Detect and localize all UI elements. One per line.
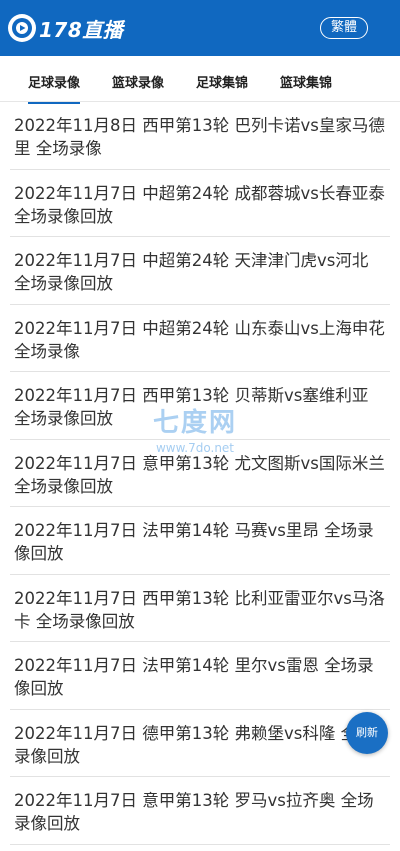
site-logo[interactable]: 178直播 — [8, 12, 123, 44]
traditional-chinese-button[interactable]: 繁體 — [319, 17, 368, 39]
list-item[interactable]: 2022年11月7日 法甲第14轮 马赛vs里昂 全场录像回放 — [10, 507, 390, 575]
tab-basketball-highlights[interactable]: 篮球集锦 — [280, 72, 332, 91]
refresh-button[interactable]: 刷新 — [346, 712, 388, 754]
list-item[interactable]: 2022年11月7日 意甲第13轮 尤文图斯vs国际米兰 全场录像回放 — [10, 440, 390, 507]
list-item[interactable]: 2022年11月7日 中超第24轮 山东泰山vs上海申花 全场录像 — [10, 305, 390, 372]
site-logo-text: 178直播 — [39, 17, 124, 42]
play-logo-icon — [8, 14, 36, 42]
list-item[interactable]: 2022年11月7日 中超第24轮 成都蓉城vs长春亚泰 全场录像回放 — [10, 170, 390, 237]
list-item[interactable]: 2022年11月8日 西甲第13轮 巴列卡诺vs皇家马德里 全场录像 — [10, 102, 390, 170]
tab-football-highlights[interactable]: 足球集锦 — [196, 72, 248, 91]
list-item-title[interactable]: 2022年11月7日 意甲第13轮 尤文图斯vs国际米兰 全场录像回放 — [14, 452, 386, 498]
list-item-title[interactable]: 2022年11月7日 意甲第13轮 罗马vs拉齐奥 全场录像回放 — [14, 789, 386, 835]
list-item-title[interactable]: 2022年11月7日 中超第24轮 山东泰山vs上海申花 全场录像 — [14, 317, 386, 363]
list-item-title[interactable]: 2022年11月8日 西甲第13轮 巴列卡诺vs皇家马德里 全场录像 — [14, 114, 386, 160]
list-item-title[interactable]: 2022年11月7日 法甲第14轮 马赛vs里昂 全场录像回放 — [14, 519, 386, 565]
top-bar: 178直播 繁體 — [0, 0, 400, 56]
list-item-title[interactable]: 2022年11月7日 中超第24轮 天津津门虎vs河北 全场录像回放 — [14, 249, 386, 295]
tab-football-replays[interactable]: 足球录像 — [28, 72, 81, 104]
tab-basketball-replays[interactable]: 篮球录像 — [112, 72, 164, 91]
list-item-title[interactable]: 2022年11月7日 法甲第14轮 里尔vs雷恩 全场录像回放 — [14, 654, 386, 700]
list-item-title[interactable]: 2022年11月7日 西甲第13轮 贝蒂斯vs塞维利亚 全场录像回放 — [14, 384, 386, 430]
list-item[interactable]: 2022年11月7日 西甲第13轮 贝蒂斯vs塞维利亚 全场录像回放 — [10, 372, 390, 440]
list-item[interactable]: 2022年11月7日 中超第24轮 天津津门虎vs河北 全场录像回放 — [10, 237, 390, 305]
list-item-title[interactable]: 2022年11月7日 中超第24轮 成都蓉城vs长春亚泰 全场录像回放 — [14, 182, 386, 228]
category-tabs: 足球录像 篮球录像 足球集锦 篮球集锦 — [0, 56, 400, 104]
list-item[interactable]: 2022年11月7日 西甲第13轮 比利亚雷亚尔vs马洛卡 全场录像回放 — [10, 575, 390, 642]
list-item[interactable]: 2022年11月7日 意甲第13轮 罗马vs拉齐奥 全场录像回放 — [10, 777, 390, 845]
list-item[interactable]: 2022年11月7日 德甲第13轮 弗赖堡vs科隆 全场录像回放 — [10, 710, 390, 777]
replay-list: 2022年11月8日 西甲第13轮 巴列卡诺vs皇家马德里 全场录像 2022年… — [0, 102, 400, 845]
list-item-title[interactable]: 2022年11月7日 德甲第13轮 弗赖堡vs科隆 全场录像回放 — [14, 722, 386, 768]
list-item[interactable]: 2022年11月7日 法甲第14轮 里尔vs雷恩 全场录像回放 — [10, 642, 390, 710]
list-item-title[interactable]: 2022年11月7日 西甲第13轮 比利亚雷亚尔vs马洛卡 全场录像回放 — [14, 587, 386, 633]
